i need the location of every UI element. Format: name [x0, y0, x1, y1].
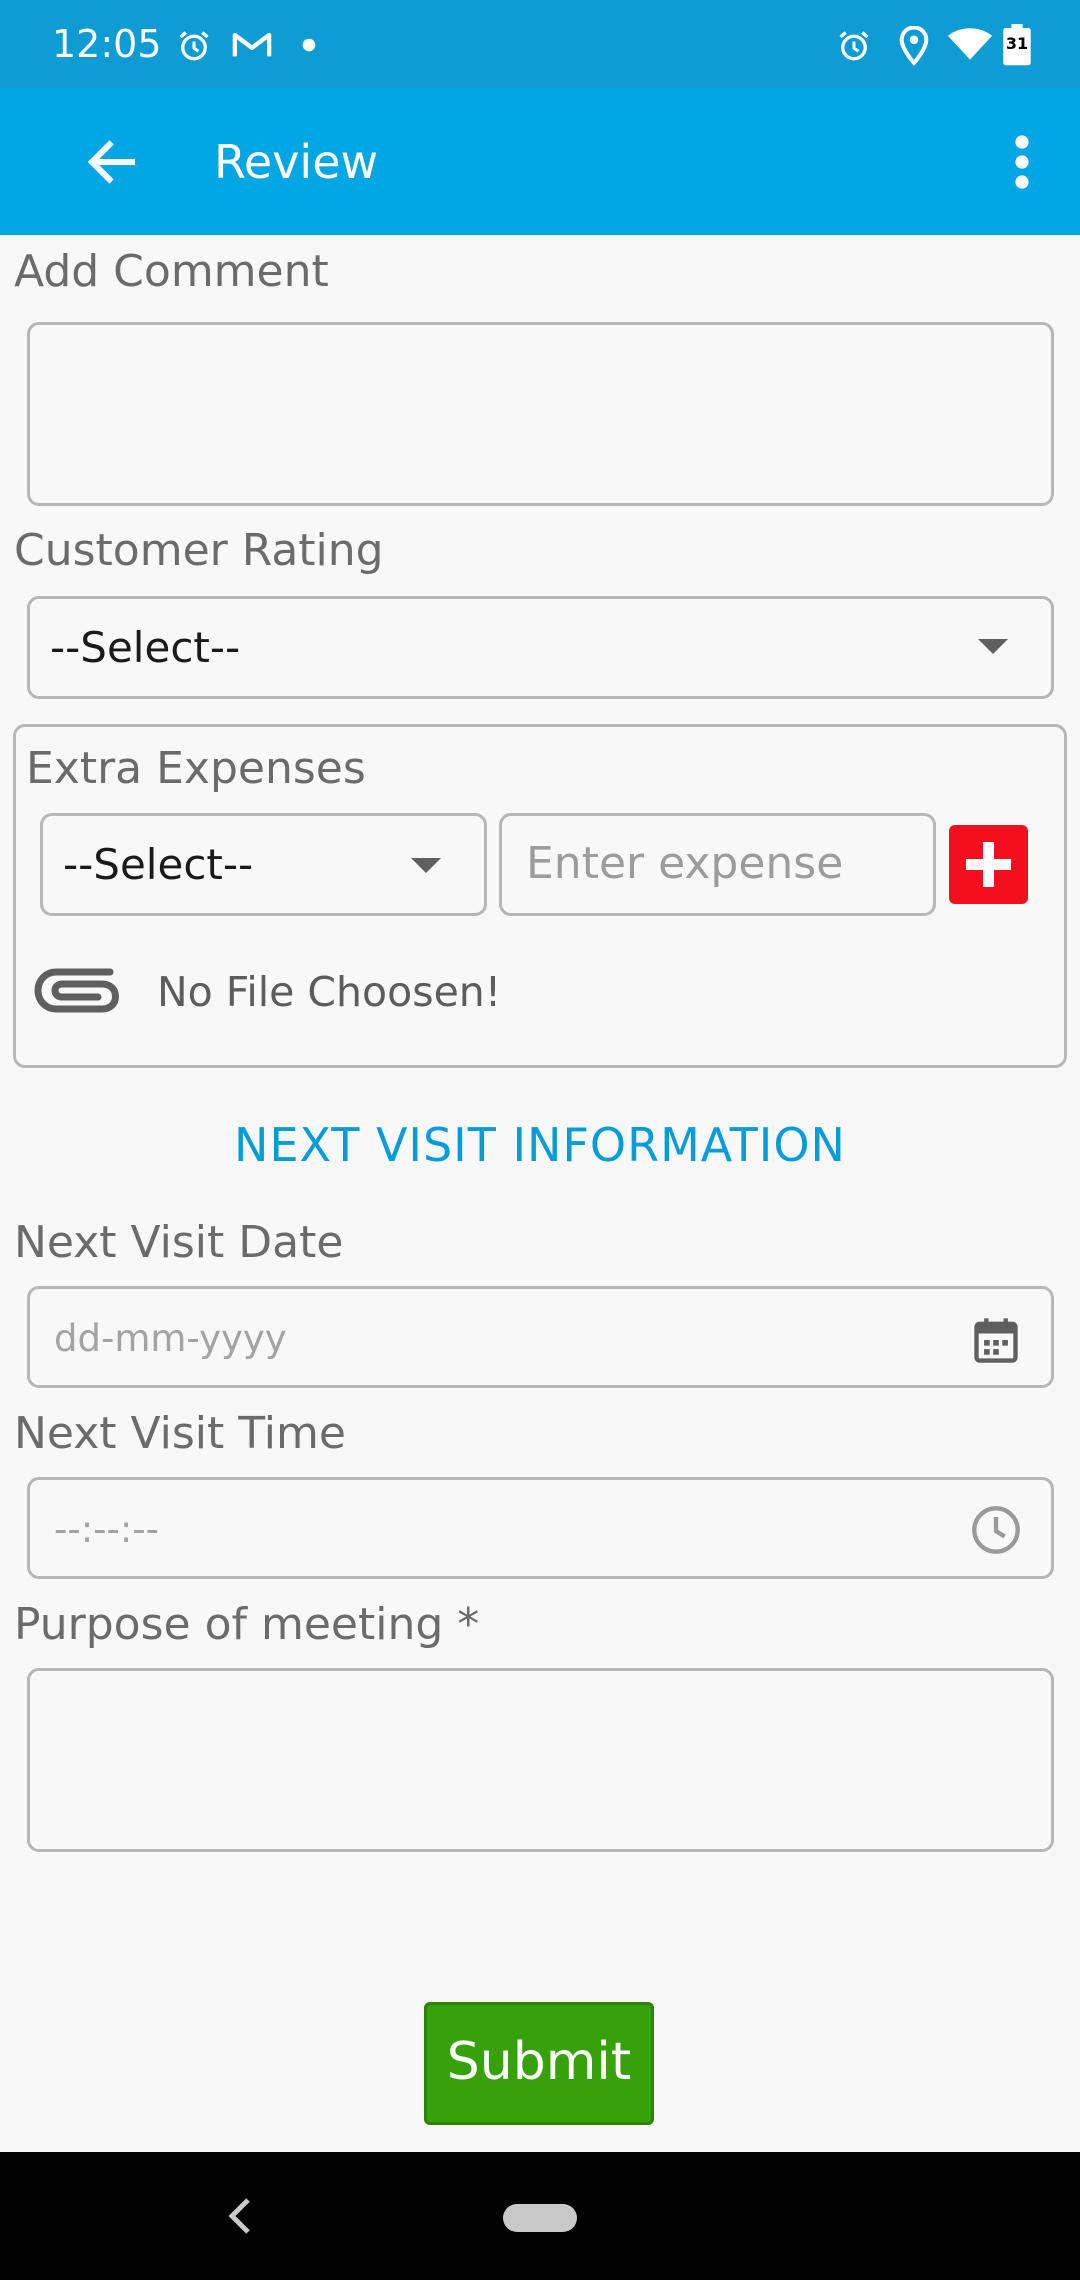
- paperclip-icon[interactable]: [34, 966, 124, 1022]
- alarm-icon: [179, 31, 209, 61]
- time-placeholder: --:--:--: [54, 1508, 160, 1551]
- next-visit-time-field[interactable]: --:--:--: [27, 1477, 1054, 1579]
- expense-amount-placeholder: Enter expense: [526, 838, 844, 889]
- extra-expenses-label: Extra Expenses: [26, 743, 366, 794]
- customer-rating-label: Customer Rating: [14, 525, 384, 576]
- comment-textarea[interactable]: [27, 322, 1054, 506]
- calendar-day-badge: 31: [1005, 34, 1029, 53]
- next-visit-date-field[interactable]: dd-mm-yyyy: [27, 1286, 1054, 1388]
- dropdown-arrow-icon: [411, 858, 441, 873]
- file-status-text: No File Choosen!: [157, 968, 502, 1016]
- alarm-icon: [839, 31, 869, 61]
- purpose-input[interactable]: [30, 1671, 1051, 1849]
- gmail-icon: [232, 32, 272, 57]
- page-title: Review: [214, 135, 379, 189]
- wifi-icon: [948, 28, 992, 60]
- notification-dot-icon: [302, 38, 316, 52]
- submit-button[interactable]: Submit: [424, 2002, 654, 2125]
- next-visit-date-label: Next Visit Date: [14, 1217, 344, 1268]
- more-options-icon[interactable]: [1002, 132, 1042, 192]
- expense-amount-field[interactable]: Enter expense: [499, 813, 936, 916]
- add-comment-label: Add Comment: [14, 246, 329, 297]
- customer-rating-value: --Select--: [50, 623, 241, 672]
- dropdown-arrow-icon: [978, 639, 1008, 654]
- customer-rating-select[interactable]: --Select--: [27, 596, 1054, 699]
- calendar-icon[interactable]: [970, 1313, 1022, 1367]
- next-visit-time-label: Next Visit Time: [14, 1408, 346, 1459]
- location-icon: [899, 26, 929, 66]
- status-time: 12:05: [52, 22, 162, 66]
- clock-icon[interactable]: [970, 1504, 1022, 1556]
- purpose-textarea[interactable]: [27, 1668, 1054, 1852]
- nav-back-icon[interactable]: [228, 2196, 252, 2236]
- comment-input[interactable]: [30, 325, 1051, 503]
- back-arrow-icon[interactable]: [82, 132, 142, 192]
- nav-home-pill[interactable]: [503, 2204, 577, 2232]
- purpose-label: Purpose of meeting *: [14, 1599, 480, 1650]
- expense-type-value: --Select--: [63, 840, 254, 889]
- expense-type-select[interactable]: --Select--: [40, 813, 487, 916]
- next-visit-heading: NEXT VISIT INFORMATION: [234, 1118, 846, 1172]
- app-bar: Review: [0, 88, 1080, 235]
- status-bar: 12:05 31: [0, 0, 1080, 88]
- add-expense-button[interactable]: [949, 825, 1028, 904]
- date-placeholder: dd-mm-yyyy: [54, 1317, 287, 1360]
